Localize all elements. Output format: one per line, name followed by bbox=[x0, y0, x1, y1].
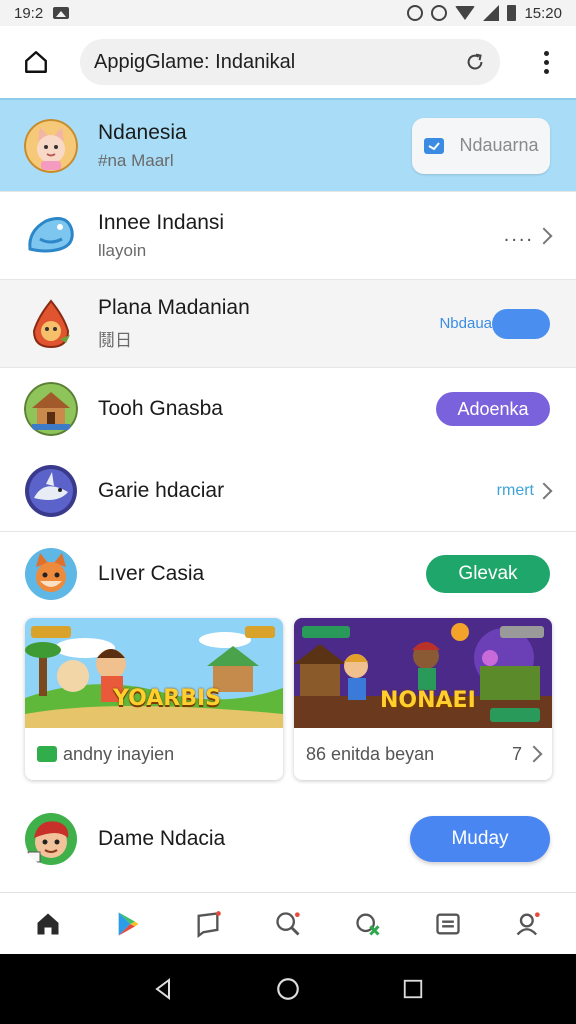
hut-avatar-icon bbox=[24, 382, 78, 436]
chevron-right-icon bbox=[535, 482, 553, 499]
list-item[interactable]: Innee Indansi llayoin .... bbox=[0, 192, 576, 280]
profile-icon[interactable] bbox=[506, 902, 550, 946]
status-time-right: 15:20 bbox=[524, 4, 562, 22]
chevron-right-icon bbox=[535, 227, 553, 244]
cancel-search-icon[interactable] bbox=[346, 902, 390, 946]
fox-avatar-icon bbox=[24, 547, 78, 601]
more-vert-icon[interactable] bbox=[532, 42, 560, 82]
game-banner-image: YOARBIS bbox=[25, 618, 283, 728]
action-label: Glevak bbox=[458, 563, 518, 584]
blue-bird-icon bbox=[24, 209, 78, 263]
reload-icon[interactable] bbox=[464, 51, 486, 73]
action-label: Muday bbox=[451, 828, 509, 849]
game-card[interactable]: NONAEI 86 enitda beyan 7 bbox=[294, 618, 552, 780]
boy-avatar-icon bbox=[24, 812, 78, 866]
flame-avatar-icon bbox=[24, 297, 78, 351]
wifi-icon bbox=[455, 6, 476, 20]
signal-icon bbox=[483, 5, 500, 21]
item-title: Tooh Gnasba bbox=[98, 397, 223, 420]
item-title: Lıver Casia bbox=[98, 562, 205, 585]
list-item[interactable]: Ndanesia #na Maarl Ndauarna bbox=[0, 98, 576, 192]
link-label: rmert bbox=[496, 481, 534, 499]
chat-icon[interactable] bbox=[186, 902, 230, 946]
home-circle-icon[interactable] bbox=[268, 969, 308, 1009]
action-label: Ndauarna bbox=[459, 135, 539, 155]
banner-title: YOARBIS bbox=[113, 686, 222, 711]
home-icon[interactable] bbox=[26, 902, 70, 946]
search-icon[interactable] bbox=[266, 902, 310, 946]
game-banner-image: NONAEI bbox=[294, 618, 552, 728]
action-label: Adoenka bbox=[457, 398, 529, 419]
game-cards: YOARBIS andny inayien NONAEI 86 enitda b… bbox=[0, 618, 576, 784]
status-time-left: 19:2 bbox=[14, 4, 44, 22]
green-badge-icon bbox=[37, 746, 57, 762]
more-label: .... bbox=[503, 224, 534, 246]
image-icon bbox=[53, 7, 70, 19]
list-item[interactable]: Tooh Gnasba Adoenka bbox=[0, 368, 576, 450]
alarm-icon bbox=[407, 5, 424, 21]
home-icon bbox=[25, 51, 47, 73]
bottom-navigation bbox=[0, 892, 576, 954]
item-title: Garie hdaciar bbox=[98, 478, 225, 502]
item-title: Plana Madanian bbox=[98, 296, 250, 319]
list-item[interactable]: Plana Madanian 鬩日 Nbdaua bbox=[0, 280, 576, 368]
list-item[interactable]: Garie hdaciar rmert bbox=[0, 450, 576, 532]
item-subtitle: #na Maarl bbox=[98, 150, 174, 170]
app-list: Ndanesia #na Maarl Ndauarna Innee Indans… bbox=[0, 98, 576, 616]
game-card[interactable]: YOARBIS andny inayien bbox=[25, 618, 283, 780]
url-bar[interactable]: AppigGlame: Indanikal bbox=[80, 39, 500, 85]
play-store-icon[interactable] bbox=[106, 902, 150, 946]
row-action-button[interactable] bbox=[492, 308, 550, 339]
item-subtitle: llayoin bbox=[98, 240, 147, 260]
item-title: Innee Indansi bbox=[98, 210, 225, 234]
list-item[interactable]: Lıver Casia Glevak bbox=[0, 532, 576, 616]
list-icon[interactable] bbox=[426, 902, 470, 946]
row-more-button[interactable]: .... bbox=[503, 224, 553, 247]
shark-avatar-icon bbox=[24, 464, 78, 518]
system-navigation bbox=[0, 954, 576, 1024]
back-icon[interactable] bbox=[143, 969, 183, 1009]
download-app-icon bbox=[424, 137, 445, 154]
row-link-button[interactable]: rmert bbox=[496, 481, 553, 500]
list-item[interactable]: Dame Ndacia Muday bbox=[0, 784, 576, 894]
card-footer: andny inayien bbox=[63, 743, 175, 764]
row-action-button[interactable]: Muday bbox=[410, 816, 550, 862]
recents-icon[interactable] bbox=[393, 969, 433, 1009]
row-action-button[interactable]: Adoenka bbox=[436, 392, 550, 426]
card-footer-end: 7 bbox=[511, 743, 522, 764]
item-subtitle: 鬩日 bbox=[98, 331, 132, 350]
card-footer: 86 enitda beyan bbox=[306, 743, 435, 764]
browser-toolbar: AppigGlame: Indanikal bbox=[0, 26, 576, 98]
banner-title: NONAEI bbox=[380, 688, 476, 713]
home-button[interactable] bbox=[16, 42, 56, 82]
row-action-button[interactable]: Glevak bbox=[426, 555, 550, 593]
battery-icon bbox=[507, 5, 517, 21]
status-bar: 19:2 15:20 bbox=[0, 0, 576, 26]
item-title: Dame Ndacia bbox=[98, 827, 226, 850]
chevron-right-icon[interactable] bbox=[525, 745, 543, 763]
item-title: Ndanesia bbox=[98, 120, 187, 144]
side-label: Nbdaua bbox=[439, 315, 492, 332]
row-action-button[interactable]: Ndauarna bbox=[412, 117, 550, 174]
alarm-icon bbox=[431, 5, 448, 21]
url-text: AppigGlame: Indanikal bbox=[94, 50, 296, 73]
cat-avatar-icon bbox=[24, 118, 78, 173]
